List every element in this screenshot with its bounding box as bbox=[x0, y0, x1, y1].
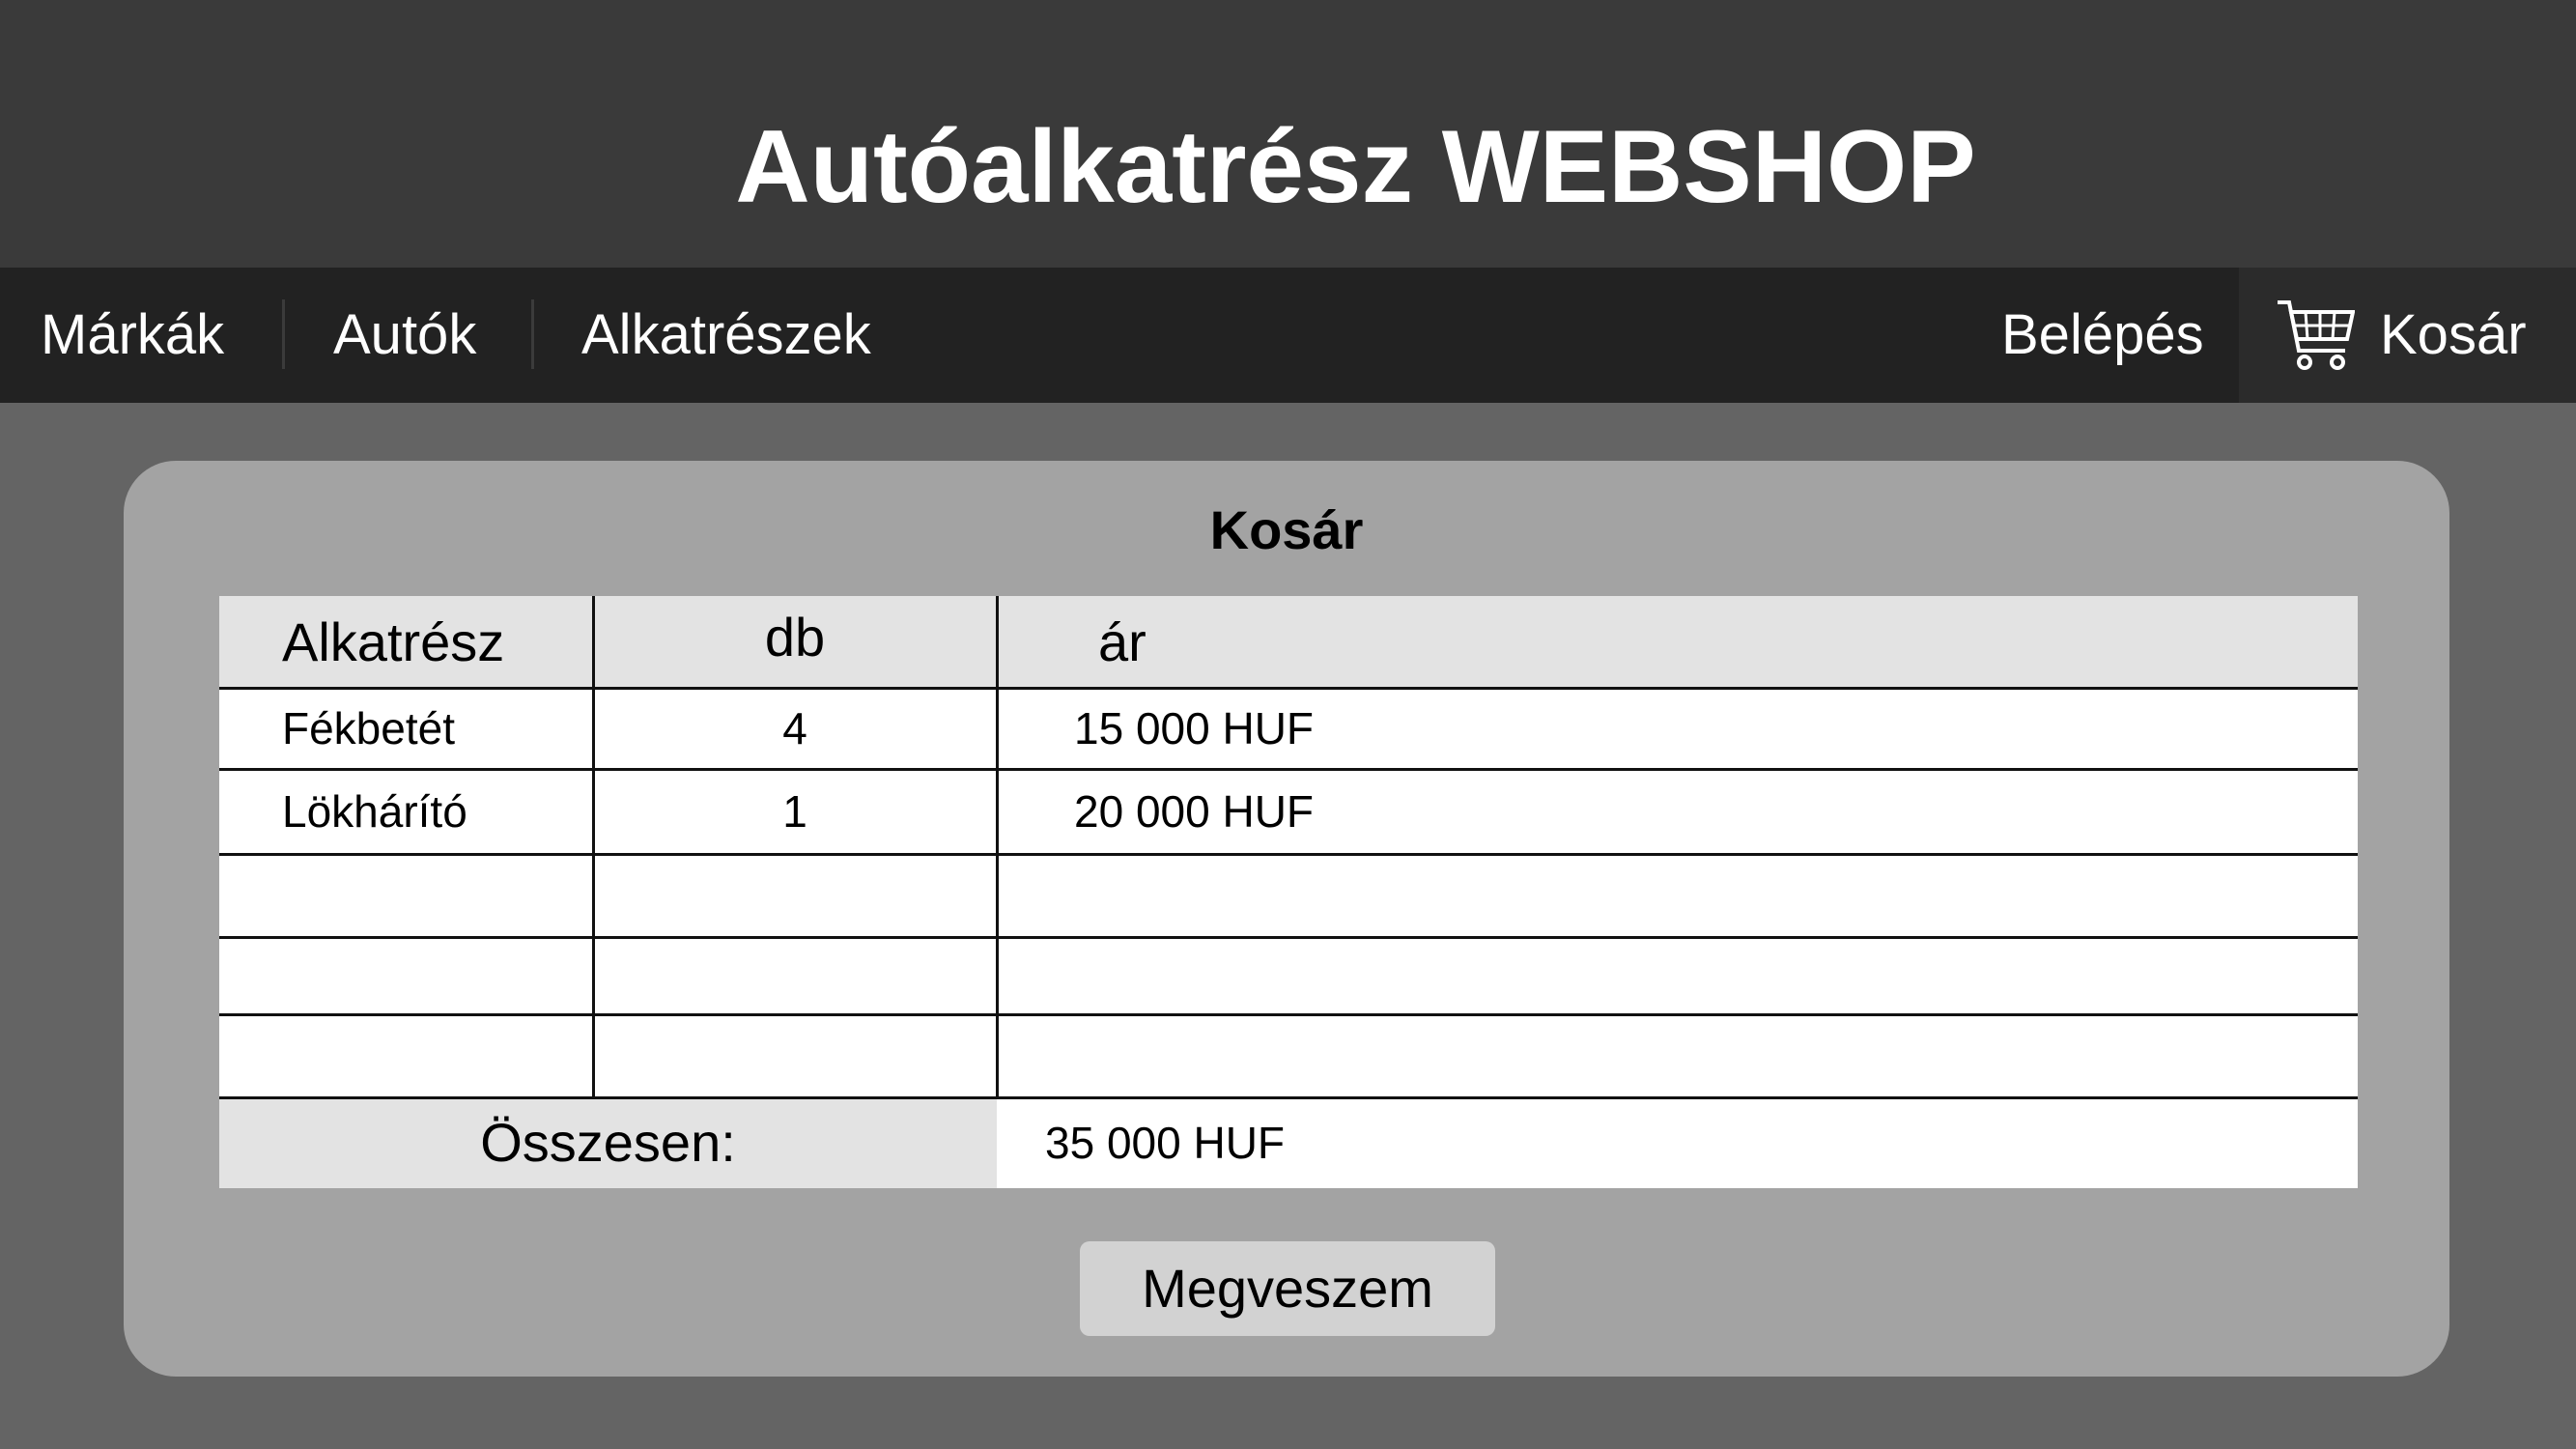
total-label: Összesen: bbox=[219, 1097, 997, 1188]
cell-price bbox=[997, 937, 2358, 1014]
site-header: Autóalkatrész WEBSHOP bbox=[0, 0, 2576, 268]
column-header-part: Alkatrész bbox=[219, 596, 593, 688]
total-value: 35 000 HUF bbox=[1045, 1118, 1286, 1168]
cell-qty: 1 bbox=[782, 786, 807, 837]
nav-cart[interactable]: Kosár bbox=[2239, 268, 2576, 403]
cell-part bbox=[219, 1014, 593, 1097]
column-header-qty: db bbox=[593, 596, 997, 688]
table-divider bbox=[592, 596, 595, 1097]
table-divider bbox=[219, 1013, 2358, 1016]
table-divider bbox=[996, 596, 999, 1097]
cell-qty: 4 bbox=[782, 703, 807, 753]
column-header-price: ár bbox=[997, 596, 2358, 688]
cart-icon[interactable] bbox=[2276, 295, 2356, 374]
main-navbar: Márkák Autók Alkatrészek Belépés Kosár bbox=[0, 268, 2576, 403]
site-title: Autóalkatrész WEBSHOP bbox=[735, 108, 1976, 224]
cell-qty bbox=[593, 1014, 997, 1097]
table-divider bbox=[219, 687, 2358, 690]
cell-part: Fékbetét bbox=[282, 703, 455, 753]
table-divider bbox=[219, 1096, 2358, 1099]
table-divider bbox=[219, 936, 2358, 939]
cell-part: Lökhárító bbox=[282, 786, 467, 837]
table-divider bbox=[219, 768, 2358, 771]
cell-part bbox=[219, 854, 593, 937]
cart-table: Alkatrész db ár Fékbetét 4 15 000 HUF Lö… bbox=[219, 596, 2358, 1188]
nav-divider bbox=[282, 299, 285, 369]
cart-panel-title: Kosár bbox=[1209, 499, 1364, 560]
table-divider bbox=[219, 853, 2358, 856]
nav-item-cart[interactable]: Kosár bbox=[2380, 268, 2527, 403]
buy-button[interactable]: Megveszem bbox=[1080, 1241, 1495, 1336]
cell-price bbox=[997, 1014, 2358, 1097]
cell-price: 20 000 HUF bbox=[1074, 786, 1315, 837]
nav-divider bbox=[531, 299, 534, 369]
nav-item-markak[interactable]: Márkák bbox=[41, 268, 224, 403]
cell-part bbox=[219, 937, 593, 1014]
cart-panel: Kosár Alkatrész db ár Fékbetét 4 15 000 … bbox=[124, 461, 2449, 1377]
cell-price bbox=[997, 854, 2358, 937]
cell-price: 15 000 HUF bbox=[1074, 703, 1315, 753]
nav-item-alkatreszek[interactable]: Alkatrészek bbox=[581, 268, 871, 403]
cell-qty bbox=[593, 854, 997, 937]
nav-item-login[interactable]: Belépés bbox=[2001, 268, 2204, 403]
nav-item-autok[interactable]: Autók bbox=[333, 268, 476, 403]
cell-qty bbox=[593, 937, 997, 1014]
